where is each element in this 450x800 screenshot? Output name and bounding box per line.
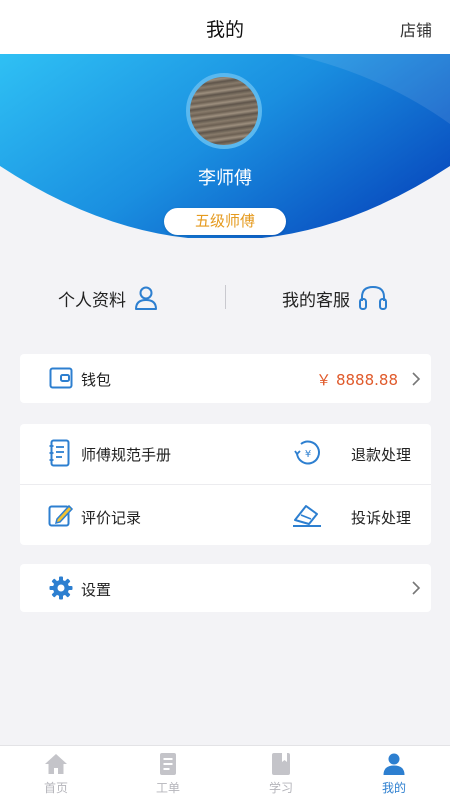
refund-icon: ¥ [294,440,320,465]
service-grid: 师傅规范手册 ¥ 退款处理 评价记录 投诉处理 [20,424,431,545]
tab-study[interactable]: 学习 [225,746,337,800]
manual-icon [49,439,70,467]
user-profile-icon [135,286,157,310]
svg-text:¥: ¥ [305,449,311,460]
headset-icon [359,285,387,310]
customer-service-link[interactable]: 我的客服 [282,280,388,316]
shop-link[interactable]: 店铺 [400,17,432,41]
profile-info-label: 个人资料 [58,290,126,311]
tab-mine-label: 我的 [381,781,406,795]
page-title: 我的 [205,19,244,41]
home-icon [45,754,67,774]
wallet-row[interactable]: 钱包 ￥ 8888.88 [20,354,431,403]
profile-info-link[interactable]: 个人资料 [58,280,158,316]
gear-icon [49,576,73,600]
tab-workorder[interactable]: 工单 [112,746,224,800]
bottom-tab-bar: 首页 工单 学习 我的 [0,745,450,800]
tab-home[interactable]: 首页 [0,746,112,800]
complaint-item[interactable]: 投诉处理 [225,485,431,545]
quick-links-divider [225,285,226,309]
settings-label: 设置 [81,581,112,599]
review-item[interactable]: 评价记录 [20,485,225,545]
chevron-right-icon [412,372,421,386]
tab-home-label: 首页 [43,781,68,795]
level-badge: 五级师傅 [164,208,286,235]
user-name: 李师傅 [198,168,252,189]
refund-label: 退款处理 [351,446,412,464]
chevron-right-icon [412,581,421,595]
wallet-icon [49,367,73,389]
person-icon [383,753,405,775]
tab-mine[interactable]: 我的 [338,746,450,800]
manual-item[interactable]: 师傅规范手册 [20,424,225,484]
tab-study-label: 学习 [268,781,293,795]
customer-service-label: 我的客服 [282,290,350,311]
tab-workorder-label: 工单 [155,781,180,795]
wallet-amount: ￥ 8888.88 [316,371,398,389]
refund-item[interactable]: ¥ 退款处理 [225,424,431,484]
avatar[interactable] [186,73,262,149]
workorder-icon [160,753,176,775]
wallet-label: 钱包 [81,371,112,389]
review-label: 评价记录 [81,509,142,527]
settings-row[interactable]: 设置 [20,564,431,612]
study-icon [272,753,290,775]
manual-label: 师傅规范手册 [81,446,172,464]
complaint-label: 投诉处理 [351,509,412,527]
top-bar: 我的 店铺 [0,0,450,54]
complaint-icon [293,505,321,527]
review-icon [48,504,74,527]
